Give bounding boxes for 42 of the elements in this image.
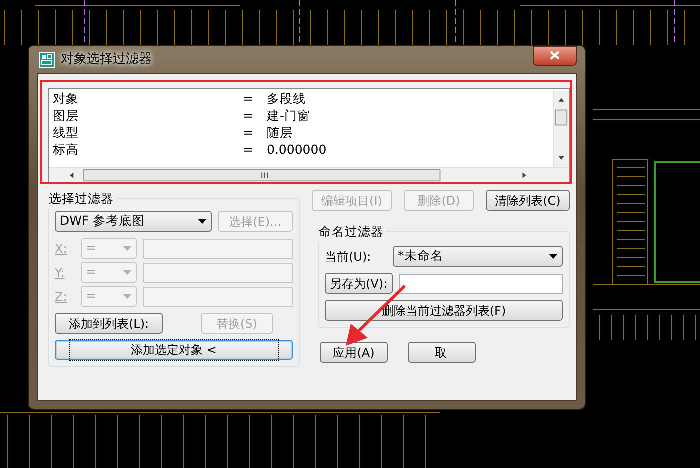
dropdown-arrow-icon	[123, 294, 132, 299]
filter-type-dropdown[interactable]: DWF 参考底图	[55, 211, 212, 232]
list-action-button[interactable]: 添加到列表(L):	[55, 313, 163, 334]
list-cell-text: =	[243, 141, 254, 160]
dropdown-arrow-icon	[123, 246, 132, 251]
list-cell-text: 0.000000	[267, 141, 327, 160]
list-cell-text: 对象	[53, 90, 80, 108]
window-title: 对象选择过滤器	[61, 50, 152, 69]
dropdown-arrow-icon	[198, 219, 207, 224]
list-cell-text: 多段线	[267, 90, 306, 108]
group-label: 选择过滤器	[47, 190, 116, 209]
list-cell-text: 建-门窗	[267, 107, 311, 126]
axis-label: Z:	[55, 288, 68, 306]
save-as-button[interactable]: 另存为(V):	[325, 273, 393, 294]
axis-label: Y:	[55, 264, 66, 282]
dropdown-arrow-icon	[549, 254, 558, 259]
dialog-button[interactable]: 取	[408, 342, 476, 363]
list-cell-text: =	[243, 107, 254, 126]
value-input-field[interactable]	[143, 286, 293, 306]
list-cell-text: 标高	[53, 141, 80, 160]
current-label: 当前(U):	[325, 248, 372, 266]
app-icon	[39, 52, 55, 68]
current-filter-dropdown[interactable]: *未命名	[393, 246, 563, 267]
add-selected-button[interactable]: 添加选定对象 <	[55, 340, 293, 360]
axis-label: X:	[55, 240, 68, 258]
list-cell-text: 线型	[53, 124, 80, 142]
group-label: 命名过滤器	[317, 223, 386, 242]
list-edit-button[interactable]: 清除列表(C)	[486, 190, 570, 211]
dialog-button[interactable]: 应用(A)	[320, 342, 388, 363]
list-cell-text: 随层	[267, 124, 293, 142]
filter-list[interactable]: 对象 = 多段线 图层 = 建-门窗 线型 = 随层 标高 = 0.000000	[48, 88, 570, 184]
filter-name-input[interactable]	[398, 274, 563, 294]
close-button[interactable]	[533, 46, 577, 66]
value-input-field[interactable]	[143, 262, 293, 282]
list-cell-text: =	[243, 90, 254, 108]
value-input-field[interactable]	[143, 238, 293, 258]
vertical-scrollbar[interactable]	[553, 91, 569, 167]
list-cell-text: 图层	[53, 107, 80, 126]
list-cell-text: =	[243, 124, 254, 142]
close-icon	[550, 51, 560, 60]
dropdown-arrow-icon	[123, 270, 132, 275]
horizontal-scrollbar[interactable]	[49, 167, 569, 183]
